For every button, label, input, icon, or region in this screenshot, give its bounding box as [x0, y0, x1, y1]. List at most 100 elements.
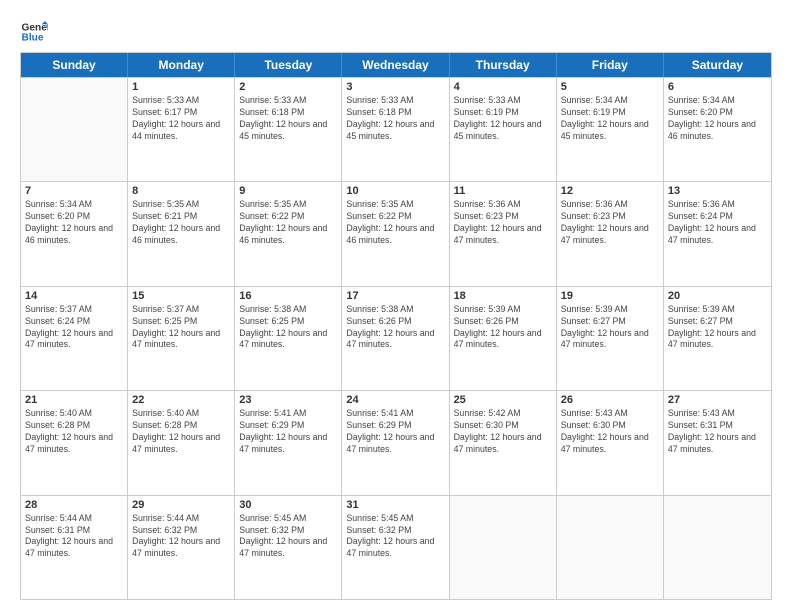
cell-detail: Sunrise: 5:35 AM Sunset: 6:22 PM Dayligh…: [346, 199, 444, 247]
day-cell-26: 26 Sunrise: 5:43 AM Sunset: 6:30 PM Dayli…: [557, 391, 664, 494]
day-number: 18: [454, 290, 552, 302]
day-cell-14: 14 Sunrise: 5:37 AM Sunset: 6:24 PM Dayli…: [21, 287, 128, 390]
day-cell-empty: [21, 78, 128, 181]
day-cell-22: 22 Sunrise: 5:40 AM Sunset: 6:28 PM Dayli…: [128, 391, 235, 494]
week-row-5: 28 Sunrise: 5:44 AM Sunset: 6:31 PM Dayli…: [21, 495, 771, 599]
week-row-1: 1 Sunrise: 5:33 AM Sunset: 6:17 PM Daylig…: [21, 77, 771, 181]
day-number: 4: [454, 81, 552, 93]
calendar-body: 1 Sunrise: 5:33 AM Sunset: 6:17 PM Daylig…: [21, 77, 771, 599]
cell-detail: Sunrise: 5:38 AM Sunset: 6:25 PM Dayligh…: [239, 304, 337, 352]
day-cell-27: 27Sunrise: 5:43 AM Sunset: 6:31 PM Dayli…: [664, 391, 771, 494]
day-cell-16: 16 Sunrise: 5:38 AM Sunset: 6:25 PM Dayli…: [235, 287, 342, 390]
day-number: 13: [668, 185, 767, 197]
header-day-wednesday: Wednesday: [342, 53, 449, 77]
day-cell-7: 7 Sunrise: 5:34 AM Sunset: 6:20 PM Daylig…: [21, 182, 128, 285]
cell-detail: Sunrise: 5:38 AM Sunset: 6:26 PM Dayligh…: [346, 304, 444, 352]
day-number: 11: [454, 185, 552, 197]
header-day-monday: Monday: [128, 53, 235, 77]
day-number: 29: [132, 499, 230, 511]
day-cell-9: 9 Sunrise: 5:35 AM Sunset: 6:22 PM Daylig…: [235, 182, 342, 285]
cell-detail: Sunrise: 5:40 AM Sunset: 6:28 PM Dayligh…: [25, 408, 123, 456]
day-cell-17: 17 Sunrise: 5:38 AM Sunset: 6:26 PM Dayli…: [342, 287, 449, 390]
cell-detail: Sunrise: 5:33 AM Sunset: 6:19 PM Dayligh…: [454, 95, 552, 143]
day-number: 6: [668, 81, 767, 93]
calendar-header: SundayMondayTuesdayWednesdayThursdayFrid…: [21, 53, 771, 77]
day-cell-21: 21Sunrise: 5:40 AM Sunset: 6:28 PM Dayli…: [21, 391, 128, 494]
day-cell-18: 18 Sunrise: 5:39 AM Sunset: 6:26 PM Dayli…: [450, 287, 557, 390]
day-number: 24: [346, 394, 444, 406]
day-number: 14: [25, 290, 123, 302]
day-cell-20: 20 Sunrise: 5:39 AM Sunset: 6:27 PM Dayli…: [664, 287, 771, 390]
page: General Blue SundayMondayTuesdayWednesda…: [0, 0, 792, 612]
cell-detail: Sunrise: 5:37 AM Sunset: 6:25 PM Dayligh…: [132, 304, 230, 352]
day-cell-empty: [450, 496, 557, 599]
week-row-4: 21Sunrise: 5:40 AM Sunset: 6:28 PM Dayli…: [21, 390, 771, 494]
day-cell-10: 10 Sunrise: 5:35 AM Sunset: 6:22 PM Dayli…: [342, 182, 449, 285]
day-number: 2: [239, 81, 337, 93]
day-number: 20: [668, 290, 767, 302]
day-number: 19: [561, 290, 659, 302]
day-cell-3: 3Sunrise: 5:33 AM Sunset: 6:18 PM Daylig…: [342, 78, 449, 181]
cell-detail: Sunrise: 5:33 AM Sunset: 6:17 PM Dayligh…: [132, 95, 230, 143]
cell-detail: Sunrise: 5:34 AM Sunset: 6:20 PM Dayligh…: [25, 199, 123, 247]
cell-detail: Sunrise: 5:41 AM Sunset: 6:29 PM Dayligh…: [346, 408, 444, 456]
day-cell-13: 13Sunrise: 5:36 AM Sunset: 6:24 PM Dayli…: [664, 182, 771, 285]
cell-detail: Sunrise: 5:44 AM Sunset: 6:32 PM Dayligh…: [132, 513, 230, 561]
day-cell-28: 28 Sunrise: 5:44 AM Sunset: 6:31 PM Dayli…: [21, 496, 128, 599]
day-number: 17: [346, 290, 444, 302]
cell-detail: Sunrise: 5:40 AM Sunset: 6:28 PM Dayligh…: [132, 408, 230, 456]
header-day-sunday: Sunday: [21, 53, 128, 77]
day-number: 15: [132, 290, 230, 302]
cell-detail: Sunrise: 5:44 AM Sunset: 6:31 PM Dayligh…: [25, 513, 123, 561]
day-number: 28: [25, 499, 123, 511]
cell-detail: Sunrise: 5:42 AM Sunset: 6:30 PM Dayligh…: [454, 408, 552, 456]
header: General Blue: [20, 18, 772, 46]
week-row-2: 7 Sunrise: 5:34 AM Sunset: 6:20 PM Daylig…: [21, 181, 771, 285]
day-number: 25: [454, 394, 552, 406]
day-cell-6: 6Sunrise: 5:34 AM Sunset: 6:20 PM Daylig…: [664, 78, 771, 181]
day-cell-12: 12 Sunrise: 5:36 AM Sunset: 6:23 PM Dayli…: [557, 182, 664, 285]
calendar: SundayMondayTuesdayWednesdayThursdayFrid…: [20, 52, 772, 600]
day-number: 12: [561, 185, 659, 197]
day-number: 10: [346, 185, 444, 197]
day-cell-23: 23 Sunrise: 5:41 AM Sunset: 6:29 PM Dayli…: [235, 391, 342, 494]
day-cell-30: 30 Sunrise: 5:45 AM Sunset: 6:32 PM Dayli…: [235, 496, 342, 599]
day-number: 23: [239, 394, 337, 406]
header-day-tuesday: Tuesday: [235, 53, 342, 77]
cell-detail: Sunrise: 5:45 AM Sunset: 6:32 PM Dayligh…: [346, 513, 444, 561]
day-number: 7: [25, 185, 123, 197]
cell-detail: Sunrise: 5:34 AM Sunset: 6:19 PM Dayligh…: [561, 95, 659, 143]
day-number: 8: [132, 185, 230, 197]
day-cell-empty: [557, 496, 664, 599]
cell-detail: Sunrise: 5:43 AM Sunset: 6:30 PM Dayligh…: [561, 408, 659, 456]
day-cell-24: 24 Sunrise: 5:41 AM Sunset: 6:29 PM Dayli…: [342, 391, 449, 494]
day-number: 1: [132, 81, 230, 93]
day-cell-15: 15 Sunrise: 5:37 AM Sunset: 6:25 PM Dayli…: [128, 287, 235, 390]
day-cell-11: 11 Sunrise: 5:36 AM Sunset: 6:23 PM Dayli…: [450, 182, 557, 285]
day-number: 30: [239, 499, 337, 511]
cell-detail: Sunrise: 5:35 AM Sunset: 6:21 PM Dayligh…: [132, 199, 230, 247]
day-cell-25: 25 Sunrise: 5:42 AM Sunset: 6:30 PM Dayli…: [450, 391, 557, 494]
cell-detail: Sunrise: 5:35 AM Sunset: 6:22 PM Dayligh…: [239, 199, 337, 247]
day-number: 5: [561, 81, 659, 93]
header-day-friday: Friday: [557, 53, 664, 77]
cell-detail: Sunrise: 5:43 AM Sunset: 6:31 PM Dayligh…: [668, 408, 767, 456]
cell-detail: Sunrise: 5:36 AM Sunset: 6:23 PM Dayligh…: [561, 199, 659, 247]
cell-detail: Sunrise: 5:37 AM Sunset: 6:24 PM Dayligh…: [25, 304, 123, 352]
header-day-thursday: Thursday: [450, 53, 557, 77]
cell-detail: Sunrise: 5:36 AM Sunset: 6:23 PM Dayligh…: [454, 199, 552, 247]
day-cell-5: 5 Sunrise: 5:34 AM Sunset: 6:19 PM Daylig…: [557, 78, 664, 181]
cell-detail: Sunrise: 5:45 AM Sunset: 6:32 PM Dayligh…: [239, 513, 337, 561]
cell-detail: Sunrise: 5:39 AM Sunset: 6:26 PM Dayligh…: [454, 304, 552, 352]
day-number: 26: [561, 394, 659, 406]
cell-detail: Sunrise: 5:41 AM Sunset: 6:29 PM Dayligh…: [239, 408, 337, 456]
cell-detail: Sunrise: 5:33 AM Sunset: 6:18 PM Dayligh…: [346, 95, 444, 143]
day-number: 16: [239, 290, 337, 302]
day-cell-8: 8 Sunrise: 5:35 AM Sunset: 6:21 PM Daylig…: [128, 182, 235, 285]
cell-detail: Sunrise: 5:39 AM Sunset: 6:27 PM Dayligh…: [668, 304, 767, 352]
week-row-3: 14 Sunrise: 5:37 AM Sunset: 6:24 PM Dayli…: [21, 286, 771, 390]
day-number: 22: [132, 394, 230, 406]
logo-icon: General Blue: [20, 18, 48, 46]
day-cell-empty: [664, 496, 771, 599]
day-number: 9: [239, 185, 337, 197]
